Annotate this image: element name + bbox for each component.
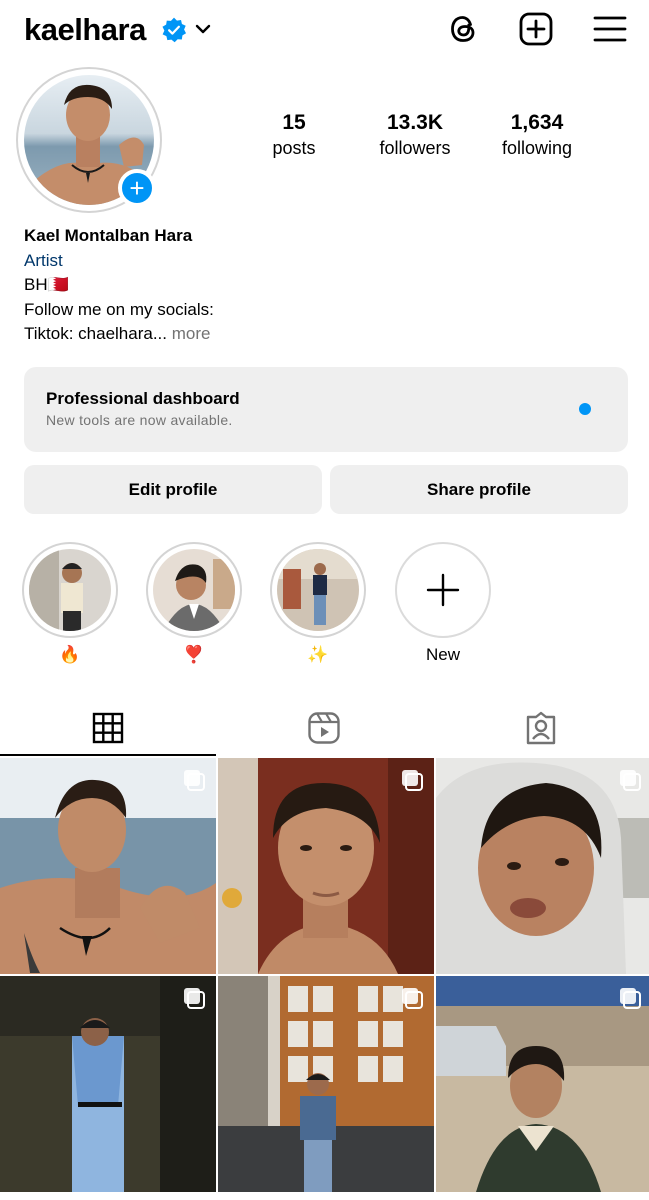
multiple-photos-icon xyxy=(184,988,205,1009)
highlight-item[interactable] xyxy=(146,542,242,638)
plus-icon xyxy=(426,573,460,607)
stat-value: 13.3K xyxy=(386,111,444,134)
highlight-cover xyxy=(277,549,359,631)
notification-dot xyxy=(579,403,591,415)
multiple-photos-icon xyxy=(402,988,423,1009)
add-story-button[interactable]: + xyxy=(118,169,156,207)
highlight-item[interactable] xyxy=(270,542,366,638)
threads-icon[interactable] xyxy=(445,11,481,47)
stat-label: followers xyxy=(379,138,451,158)
stat-label: posts xyxy=(272,138,316,158)
bio-line: BH🇧🇭 xyxy=(24,273,69,297)
dashboard-subtitle: New tools are now available. xyxy=(46,412,233,428)
bio-line: Tiktok: chaelhara... more xyxy=(24,322,210,346)
highlight-label: ✨ xyxy=(307,645,329,664)
dashboard-title: Professional dashboard xyxy=(46,389,240,408)
new-highlight-button[interactable] xyxy=(395,542,491,638)
grid-post[interactable] xyxy=(0,976,216,1192)
tab-reels[interactable] xyxy=(216,700,432,756)
more-link[interactable]: more xyxy=(172,324,211,343)
professional-dashboard-card[interactable]: Professional dashboard New tools are now… xyxy=(24,367,628,452)
grid-post[interactable] xyxy=(436,976,649,1192)
active-tab-indicator xyxy=(0,754,216,756)
stat-value: 1,634 xyxy=(510,111,564,134)
grid-post[interactable] xyxy=(218,758,434,974)
full-name: Kael Montalban Hara xyxy=(24,226,193,245)
edit-profile-button[interactable]: Edit profile xyxy=(24,465,322,514)
followers-count[interactable]: 13.3K followers xyxy=(355,110,475,160)
reels-icon xyxy=(308,712,340,744)
grid-post[interactable] xyxy=(218,976,434,1192)
highlight-cover xyxy=(153,549,235,631)
share-profile-button[interactable]: Share profile xyxy=(330,465,628,514)
profile-username[interactable]: kaelhara xyxy=(24,10,146,50)
stat-label: following xyxy=(501,138,573,158)
grid-post[interactable] xyxy=(436,758,649,974)
multiple-photos-icon xyxy=(184,770,205,791)
stat-value: 15 xyxy=(282,111,306,134)
tagged-icon xyxy=(526,711,556,745)
highlight-label: New xyxy=(425,645,460,664)
posts-count[interactable]: 15 posts xyxy=(234,110,354,160)
tab-posts-grid[interactable] xyxy=(0,700,216,756)
highlight-label: 🔥 xyxy=(59,645,81,664)
multiple-photos-icon xyxy=(402,770,423,791)
bio-text: BH xyxy=(24,275,48,294)
chevron-down-icon[interactable] xyxy=(193,19,213,39)
create-plus-icon[interactable] xyxy=(518,11,554,47)
highlight-item[interactable] xyxy=(22,542,118,638)
grid-post[interactable] xyxy=(0,758,216,974)
multiple-photos-icon xyxy=(620,770,641,791)
bahrain-flag-icon: 🇧🇭 xyxy=(47,275,69,294)
bio-text: Tiktok: chaelhara... xyxy=(24,324,167,343)
tab-tagged[interactable] xyxy=(433,700,649,756)
menu-icon[interactable] xyxy=(592,11,628,47)
grid-icon xyxy=(92,712,124,744)
verified-badge-icon xyxy=(162,17,187,43)
multiple-photos-icon xyxy=(620,988,641,1009)
highlight-cover xyxy=(29,549,111,631)
category-label[interactable]: Artist xyxy=(24,249,63,273)
highlight-label: ❣️ xyxy=(183,645,205,664)
bio-line: Follow me on my socials: xyxy=(24,300,214,319)
following-count[interactable]: 1,634 following xyxy=(477,110,597,160)
